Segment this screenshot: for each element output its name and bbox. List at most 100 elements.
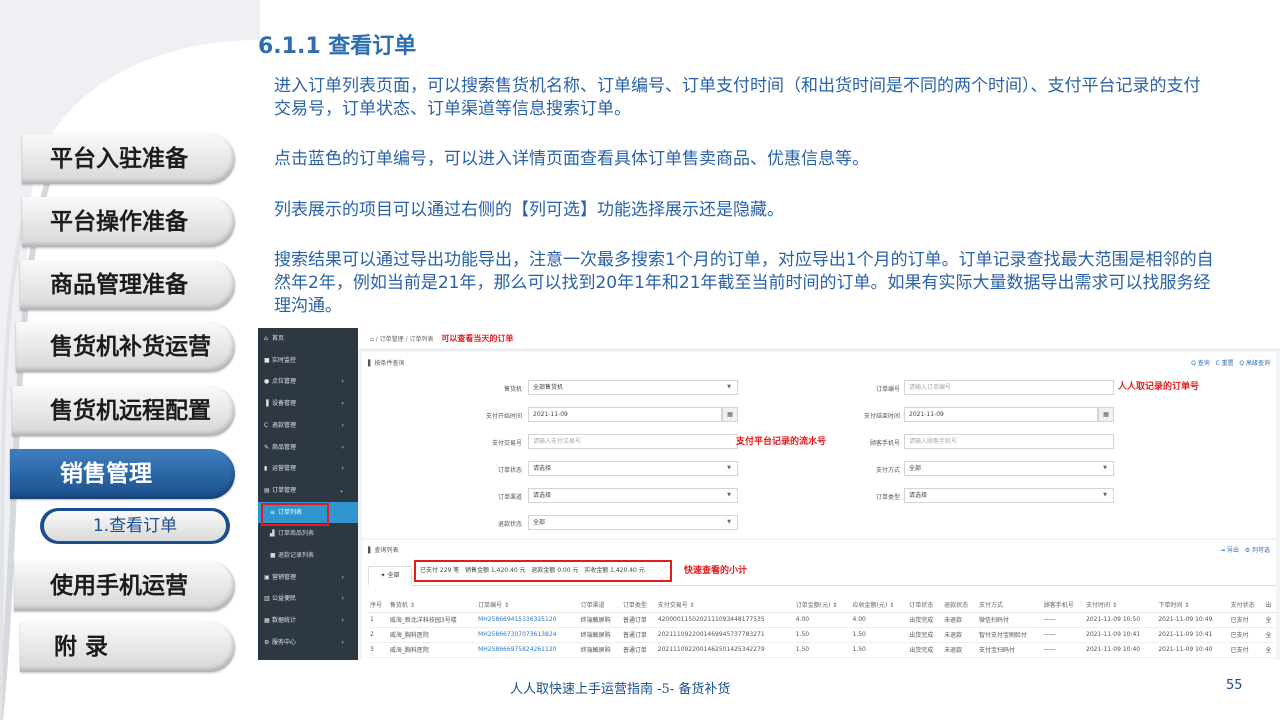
table-row[interactable]: 2 威海_胸科医院 MH258667307073613824 终端触屏购 普通订单 202… — [368, 627, 1276, 643]
nav-item-appendix[interactable]: 附 录 — [20, 622, 235, 672]
table-cell: 2021-11-09 10:41 — [1156, 627, 1229, 643]
app-sidebar-label: 商品管理 — [272, 443, 297, 451]
table-header-cell[interactable]: 顾客手机号 — [1041, 598, 1085, 613]
order-list-screenshot: ⌂ 首页 ■ 实时监控 ● 点位管理 › ▐ 设备管理 › C 退款管理 › ✎ 商品管理 › ▮ 运营管理 › ▤ 订… — [258, 328, 1280, 660]
table-cell: 普通订单 — [620, 642, 656, 658]
app-sidebar-item[interactable]: ⌂ 首页 — [258, 328, 358, 350]
table-header-cell[interactable]: 订单编号 ⇕ — [476, 598, 579, 613]
pay-end-input[interactable]: 2021-11-09 — [904, 407, 1098, 422]
sidebar-icon: ▟ — [270, 530, 275, 538]
paragraph-detail: 点击蓝色的订单编号，可以进入详情页面查看具体订单售卖商品、优惠信息等。 — [274, 149, 869, 169]
query-button[interactable]: Q 查询 — [1191, 360, 1210, 367]
tab-all[interactable]: ✦ 全部 — [368, 566, 412, 586]
nav-item-platform-onboarding[interactable]: 平台入驻准备 — [22, 134, 235, 184]
chevron-icon: › — [341, 378, 344, 386]
table-cell: 1.50 — [793, 642, 851, 658]
nav-subitem-view-orders[interactable]: 1.查看订单 — [40, 508, 230, 544]
pay-start-label: 支付开始时间 — [485, 413, 522, 420]
order-number-link[interactable]: MH258666975824261120 — [476, 642, 579, 658]
table-header-cell[interactable]: 支付状态 — [1228, 598, 1264, 613]
app-sidebar-item[interactable]: ▥ 公益便民 › — [258, 588, 358, 610]
table-cell: 2021-11-09 10:50 — [1084, 612, 1157, 628]
column-select-button[interactable]: ⚙ 列可选 — [1245, 547, 1270, 554]
table-header-cell[interactable]: 支付交易号 ⇕ — [655, 598, 794, 613]
table-header-cell[interactable]: 订单渠道 — [578, 598, 621, 613]
refund-label: 退款状态 — [497, 521, 522, 528]
reset-button[interactable]: C 重置 — [1216, 360, 1234, 367]
table-cell: 2021-11-09 10:40 — [1156, 642, 1229, 658]
chevron-icon: › — [341, 465, 344, 473]
app-sidebar-item[interactable]: ▟ 订单商品列表 — [258, 523, 358, 545]
order-no-input[interactable]: 请输入订单编号 — [904, 380, 1114, 395]
summary-note: 快速查看的小计 — [684, 566, 748, 576]
calendar-icon[interactable]: ▦ — [1098, 407, 1114, 422]
app-sidebar-item[interactable]: ■ 退款记录列表 — [258, 545, 358, 567]
vending-select[interactable]: 全部售货机 ▼ — [528, 380, 738, 395]
app-sidebar-item[interactable]: ✎ 商品管理 › — [258, 437, 358, 459]
table-cell: 终端触屏购 — [578, 612, 621, 628]
table-header-cell[interactable]: 订单类型 — [620, 598, 656, 613]
page-title: 6.1.1 查看订单 — [258, 34, 417, 59]
app-sidebar-label: 服务中心 — [272, 638, 297, 646]
app-sidebar-item[interactable]: ▐ 设备管理 › — [258, 393, 358, 415]
app-sidebar-item[interactable]: ▮ 运营管理 › — [258, 458, 358, 480]
table-cell: 1.50 — [850, 642, 908, 658]
table-header-cell[interactable]: 售货机 ⇕ — [387, 598, 477, 613]
status-label: 订单状态 — [497, 467, 522, 474]
app-sidebar-item[interactable]: ▦ 数据统计 › — [258, 610, 358, 632]
chevron-down-icon: ▼ — [1103, 465, 1107, 471]
calendar-icon[interactable]: ▦ — [722, 407, 738, 422]
phone-input[interactable]: 请输入顾客手机号 — [904, 434, 1114, 449]
nav-item-remote-config[interactable]: 售货机远程配置 — [12, 386, 235, 436]
channel-select[interactable]: 请选择 ▼ — [528, 488, 738, 503]
app-sidebar-item[interactable]: ■ 实时监控 — [258, 350, 358, 372]
app-sidebar: ⌂ 首页 ■ 实时监控 ● 点位管理 › ▐ 设备管理 › C 退款管理 › ✎ 商品管理 › ▮ 运营管理 › ▤ 订… — [258, 328, 358, 660]
status-select[interactable]: 请选择 ▼ — [528, 461, 738, 476]
table-cell: 终端触屏购 — [578, 642, 621, 658]
nav-item-mobile-operation[interactable]: 使用手机运营 — [14, 561, 235, 611]
table-row[interactable]: 1 威海_新北洋科技园3号楼 MH258669415336325120 终端触屏购 普通… — [368, 612, 1276, 628]
app-sidebar-item[interactable]: ● 点位管理 › — [258, 371, 358, 393]
table-header-cell[interactable]: 下单时间 ⇕ — [1156, 598, 1229, 613]
table-header-cell[interactable]: 支付时间 ⇕ — [1084, 598, 1157, 613]
vending-label: 售货机 — [503, 386, 522, 393]
nav-item-sales-management[interactable]: 销售管理 — [10, 449, 235, 499]
table-cell: 出货完成 — [907, 612, 943, 628]
table-cell: 全 — [1263, 642, 1276, 658]
page-number: 55 — [1226, 678, 1243, 693]
table-header-cell[interactable]: 应收金额(元) ⇕ — [850, 598, 908, 613]
pay-method-select[interactable]: 全部 ▼ — [904, 461, 1114, 476]
paragraph-columns: 列表展示的项目可以通过右侧的【列可选】功能选择展示还是隐藏。 — [274, 200, 784, 220]
refund-select[interactable]: 全部 ▼ — [528, 515, 738, 530]
order-number-link[interactable]: MH258669415336325120 — [476, 612, 579, 628]
sidebar-icon: ▣ — [264, 573, 270, 581]
nav-item-platform-operation[interactable]: 平台操作准备 — [22, 197, 235, 247]
nav-item-product-management[interactable]: 商品管理准备 — [20, 260, 235, 310]
table-cell: 2021-11-09 10:41 — [1084, 627, 1157, 643]
phone-label: 顾客手机号 — [869, 440, 900, 447]
breadcrumb[interactable]: ⌂ / 订单管理 / 订单列表 — [370, 336, 433, 343]
export-button[interactable]: ⇥ 导出 — [1220, 547, 1239, 554]
table-header-cell[interactable]: 支付方式 — [977, 598, 1042, 613]
type-select[interactable]: 请选择 ▼ — [904, 488, 1114, 503]
order-number-link[interactable]: MH258667307073613824 — [476, 627, 579, 643]
search-actions: Q 查询 C 重置 Q 高级查询 — [1191, 358, 1270, 367]
pay-start-input[interactable]: 2021-11-09 — [528, 407, 722, 422]
table-header-cell[interactable]: 订单状态 — [907, 598, 943, 613]
app-sidebar-item[interactable]: ⚙ 服务中心 › — [258, 632, 358, 654]
summary-paid-count: 已支付 229 笔 — [420, 567, 460, 574]
table-header-cell[interactable]: 出 — [1263, 598, 1276, 613]
nav-item-restock-operation[interactable]: 售货机补货运营 — [16, 322, 235, 372]
tab-divider — [412, 585, 1276, 586]
app-sidebar-item[interactable]: ▣ 营销管理 › — [258, 567, 358, 589]
app-sidebar-item[interactable]: C 退款管理 › — [258, 415, 358, 437]
app-sidebar-item[interactable]: ▤ 订单管理 ⌄ — [258, 480, 358, 502]
trade-no-input[interactable]: 请输入支付交易号 — [528, 434, 738, 449]
advanced-query-button[interactable]: Q 高级查询 — [1239, 360, 1270, 367]
sidebar-icon: C — [264, 421, 269, 429]
table-header-cell[interactable]: 退款状态 — [942, 598, 977, 613]
table-header-cell[interactable]: 序号 — [368, 598, 388, 613]
table-row[interactable]: 3 威海_胸科医院 MH258666975824261120 终端触屏购 普通订单 202… — [368, 642, 1276, 658]
table-header-cell[interactable]: 订单金额(元) ⇕ — [793, 598, 851, 613]
order-no-label: 订单编号 — [875, 386, 900, 393]
